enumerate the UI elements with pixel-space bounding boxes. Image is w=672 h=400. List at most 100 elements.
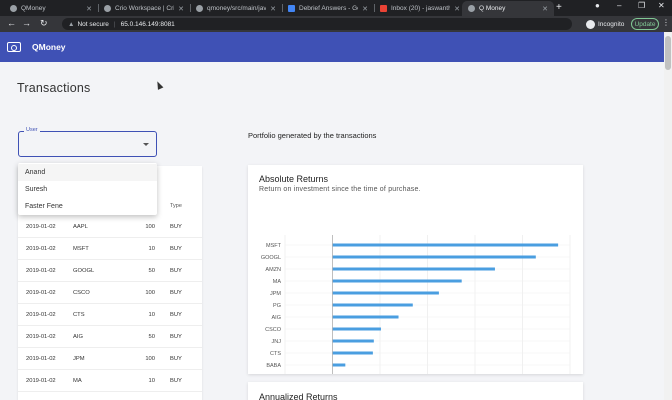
cell-quantity: 100	[145, 290, 155, 296]
table-row: 2019-01-02 AAPL 100 BUY	[18, 216, 202, 238]
minimize-icon[interactable]: –	[617, 1, 621, 10]
cell-quantity: 10	[148, 246, 155, 252]
card-title: Annualized Returns	[259, 392, 338, 400]
column-header-type: Type	[170, 203, 182, 209]
tab-close-icon[interactable]: ✕	[82, 5, 92, 13]
tab-label: Inbox (20) - jaswanth@…	[391, 5, 451, 12]
cell-symbol: JPM	[73, 356, 85, 362]
table-row: 2019-01-02 GOOGL 50 BUY	[18, 260, 202, 282]
url-divider: |	[113, 20, 116, 28]
cell-type: BUY	[170, 312, 182, 318]
more-options-icon[interactable]: ⋮	[662, 18, 670, 27]
browser-tab-inbox[interactable]: Inbox (20) - jaswanth@… ✕	[374, 1, 466, 16]
cell-symbol: AIG	[73, 334, 83, 340]
page-scrollbar[interactable]	[664, 32, 672, 400]
cell-quantity: 10	[148, 312, 155, 318]
tab-favicon-icon	[104, 5, 111, 12]
y-tick-label: MA	[273, 279, 282, 285]
y-tick-label: BABA	[266, 363, 281, 369]
y-tick-label: AMZN	[265, 267, 281, 273]
user-option-faster-fene[interactable]: Faster Fene	[18, 198, 157, 215]
bar	[332, 339, 374, 343]
tab-label: Crio Workspace | Crio.Do	[115, 5, 175, 12]
maximize-icon[interactable]: ❐	[638, 1, 645, 10]
app-viewport: QMoney Transactions User Type 2019-01-02…	[0, 32, 664, 400]
tab-favicon-icon	[288, 5, 295, 12]
cell-symbol: CTS	[73, 312, 85, 318]
url-field[interactable]: ▲ Not secure | 65.0.146.149:8081	[62, 18, 572, 30]
annualized-returns-card: Annualized Returns	[248, 382, 583, 400]
y-tick-label: JNJ	[272, 339, 282, 345]
bar	[332, 327, 381, 331]
incognito-indicator[interactable]: Incognito	[586, 18, 624, 30]
close-window-icon[interactable]: ✕	[658, 1, 665, 10]
y-tick-label: CTS	[270, 351, 281, 357]
tab-close-icon[interactable]: ✕	[358, 5, 368, 13]
cell-type: BUY	[170, 268, 182, 274]
cell-date: 2019-01-02	[26, 224, 56, 230]
bar	[332, 291, 439, 295]
update-button[interactable]: Update	[631, 18, 659, 30]
cell-symbol: AAPL	[73, 224, 88, 230]
tab-close-icon[interactable]: ✕	[538, 5, 548, 13]
tab-favicon-icon	[196, 5, 203, 12]
bar	[332, 255, 536, 259]
cell-symbol: CSCO	[73, 290, 90, 296]
tab-close-icon[interactable]: ✕	[174, 5, 184, 13]
security-status: Not secure	[77, 20, 109, 28]
page-title: Transactions	[17, 81, 91, 95]
user-option-suresh[interactable]: Suresh	[18, 181, 157, 198]
table-row: 2019-01-02 MA 10 BUY	[18, 370, 202, 392]
new-tab-icon[interactable]: +	[556, 2, 562, 13]
y-tick-label: JPM	[270, 291, 281, 297]
back-icon[interactable]: ←	[7, 18, 16, 28]
tab-label: Debrief Answers - Googl…	[299, 5, 358, 12]
absolute-returns-chart: -1001020304050MSFTGOOGLAMZNMAJPMPGAIGCSC…	[261, 235, 571, 374]
cell-type: BUY	[170, 356, 182, 362]
user-option-anand[interactable]: Anand	[18, 164, 157, 181]
browser-tab-q-money-active[interactable]: Q Money ✕	[462, 1, 554, 16]
tab-favicon-icon	[380, 5, 387, 12]
cell-type: BUY	[170, 334, 182, 340]
cell-quantity: 100	[145, 224, 155, 230]
cell-date: 2019-01-02	[26, 334, 56, 340]
app-title: QMoney	[32, 42, 66, 52]
scrollbar-thumb[interactable]	[665, 36, 671, 70]
reload-icon[interactable]: ↻	[40, 18, 48, 29]
browser-tab-debrief[interactable]: Debrief Answers - Googl… ✕	[282, 1, 374, 16]
tab-label: Q Money	[479, 5, 506, 12]
tab-favicon-icon	[468, 5, 475, 12]
dropdown-arrow-icon[interactable]	[143, 143, 149, 146]
y-tick-label: CSCO	[265, 327, 282, 333]
absolute-returns-card: Absolute Returns Return on investment si…	[248, 165, 583, 374]
y-tick-label: AIG	[272, 315, 281, 321]
app-bar: QMoney	[0, 32, 664, 62]
user-select-label: User	[24, 127, 40, 133]
bar	[332, 279, 462, 283]
tab-close-icon[interactable]: ✕	[266, 5, 276, 13]
browser-tab-qmoney[interactable]: QMoney ✕	[4, 1, 98, 16]
cell-type: BUY	[170, 224, 182, 230]
bar	[332, 267, 495, 271]
profile-icon[interactable]: ●	[595, 1, 600, 10]
user-select[interactable]: User	[18, 127, 157, 157]
bar	[332, 363, 346, 367]
cell-type: BUY	[170, 246, 182, 252]
y-tick-label: MSFT	[266, 243, 282, 249]
browser-tab-qmoney-source[interactable]: qmoney/src/main/java/… ✕	[190, 1, 282, 16]
cell-date: 2019-01-02	[26, 378, 56, 384]
browser-tab-crio-workspace[interactable]: Crio Workspace | Crio.Do ✕	[98, 1, 190, 16]
bar	[332, 351, 373, 355]
tab-close-icon[interactable]: ✕	[450, 5, 460, 13]
forward-icon[interactable]: →	[22, 18, 31, 28]
tab-favicon-icon	[10, 5, 17, 12]
browser-tab-strip: QMoney ✕ Crio Workspace | Crio.Do ✕ qmon…	[0, 0, 672, 16]
cell-date: 2019-01-02	[26, 290, 56, 296]
bar	[332, 243, 559, 247]
cell-quantity: 50	[148, 334, 155, 340]
cell-symbol: MSFT	[73, 246, 89, 252]
mouse-cursor-icon	[154, 80, 164, 90]
table-row: 2019-01-02 CTS 10 BUY	[18, 304, 202, 326]
user-dropdown-menu: Anand Suresh Faster Fene	[18, 163, 157, 215]
tab-label: qmoney/src/main/java/…	[207, 5, 267, 12]
